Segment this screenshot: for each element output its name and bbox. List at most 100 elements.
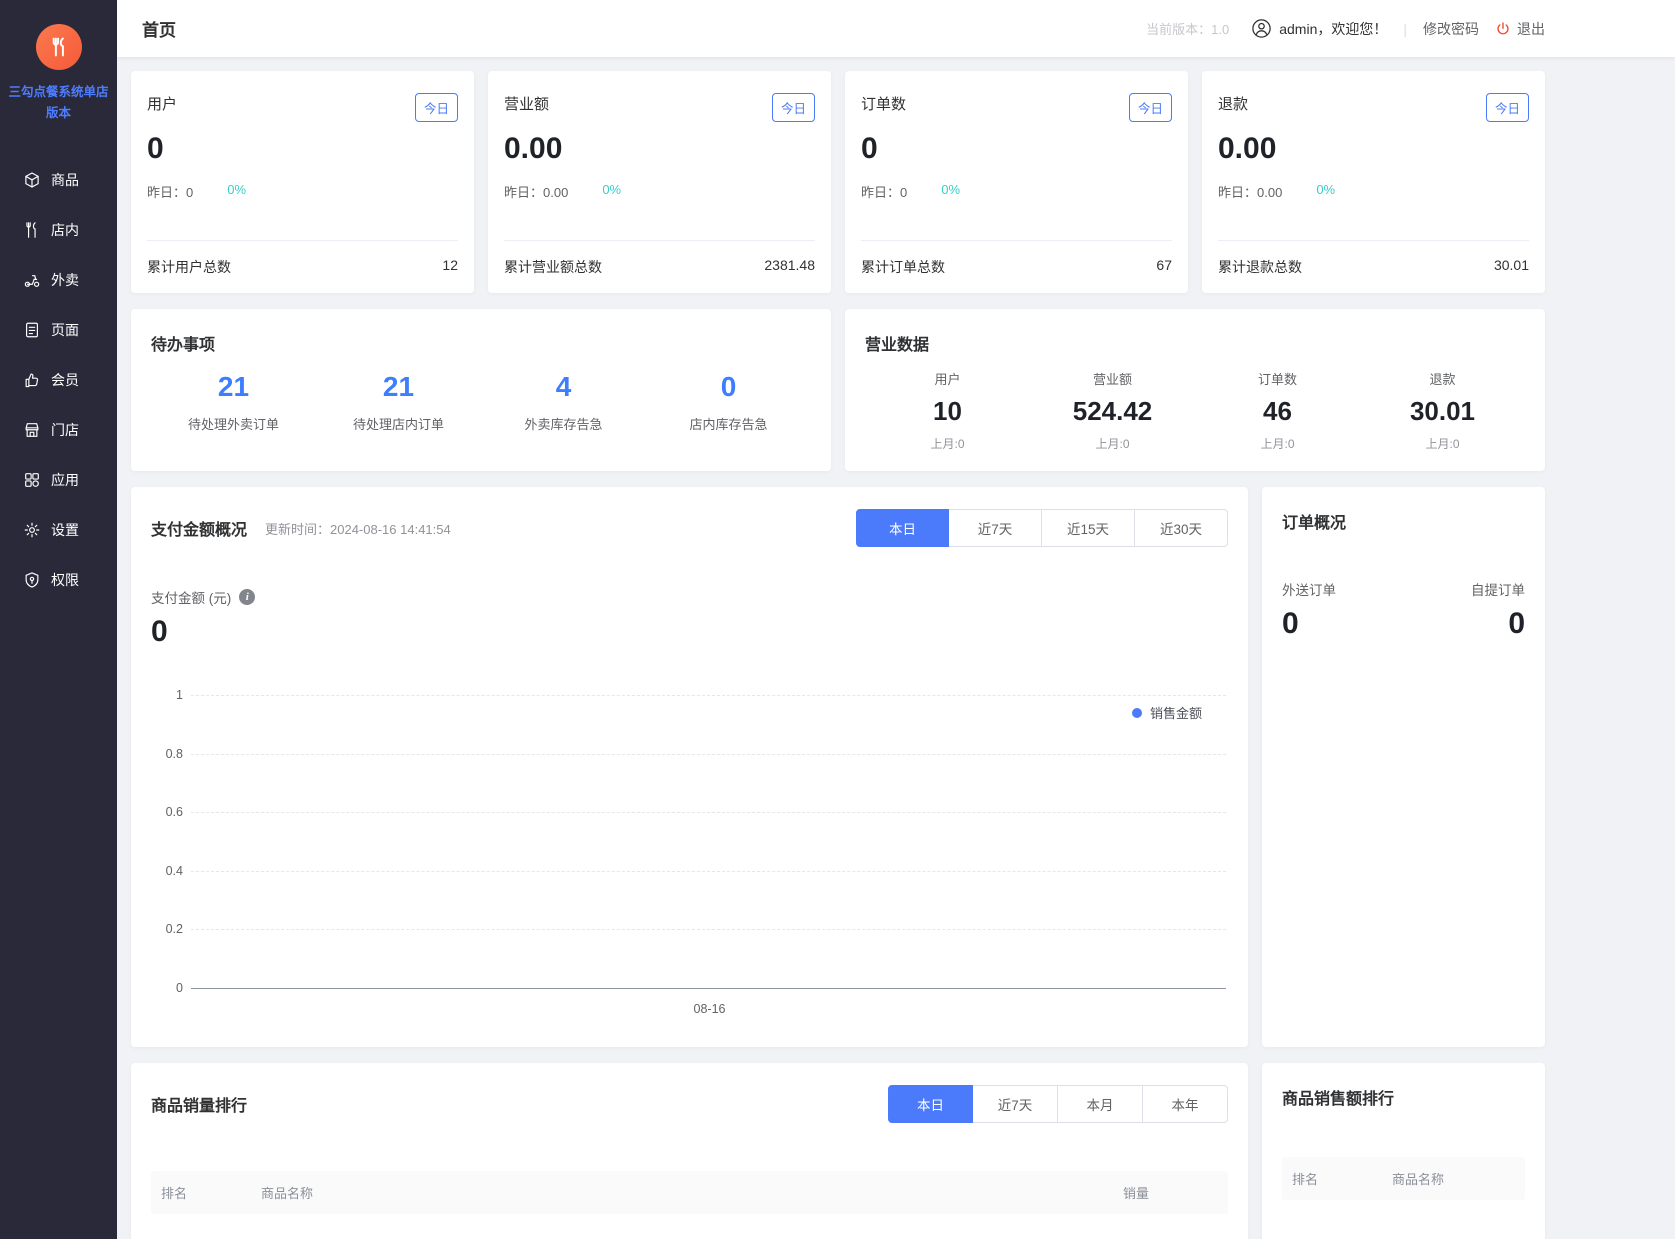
todo-label: 待处理外卖订单 xyxy=(151,414,316,433)
gridline xyxy=(191,929,1226,930)
sidebar-item-goods[interactable]: 商品 xyxy=(0,155,117,205)
stat-card-footer: 累计用户总数 12 xyxy=(147,240,458,293)
user-menu[interactable]: admin，欢迎您！ xyxy=(1251,18,1387,39)
todo-item-instore-orders[interactable]: 21 待处理店内订单 xyxy=(316,371,481,433)
stat-card-footer: 累计退款总数 30.01 xyxy=(1218,240,1529,293)
info-icon[interactable]: i xyxy=(239,589,255,605)
stat-card-users: 用户 今日 0 昨日：0 0% 累计用户总数 12 xyxy=(131,71,474,293)
legend-dot-icon xyxy=(1132,708,1142,718)
stat-yesterday: 昨日：0 xyxy=(861,182,907,201)
logout-button[interactable]: 退出 xyxy=(1495,19,1545,39)
tab-this-year[interactable]: 本年 xyxy=(1143,1085,1228,1123)
todo-item-takeout-orders[interactable]: 21 待处理外卖订单 xyxy=(151,371,316,433)
main-area: 首页 当前版本：1.0 admin，欢迎您！ | 修改密码 退出 xyxy=(117,0,1675,1239)
order-values: 0 0 xyxy=(1282,607,1525,641)
stat-percent: 0% xyxy=(602,182,621,201)
y-axis-tick: 0.8 xyxy=(151,747,183,761)
todo-item-takeout-stock[interactable]: 4 外卖库存告急 xyxy=(481,371,646,433)
sidebar-item-permissions[interactable]: 权限 xyxy=(0,555,117,605)
stat-footer-label: 累计订单总数 xyxy=(861,257,945,277)
todo-item-instore-stock[interactable]: 0 店内库存告急 xyxy=(646,371,811,433)
sidebar-item-stores[interactable]: 门店 xyxy=(0,405,117,455)
gridline xyxy=(191,695,1226,696)
legend-label: 销售金额 xyxy=(1150,703,1202,722)
page-title: 首页 xyxy=(142,16,176,41)
stat-percent: 0% xyxy=(941,182,960,201)
business-last-month: 上月:0 xyxy=(1195,435,1360,452)
topbar-right: 当前版本：1.0 admin，欢迎您！ | 修改密码 退出 xyxy=(1146,18,1545,39)
gridline xyxy=(191,871,1226,872)
tab-last-7-days[interactable]: 近7天 xyxy=(973,1085,1058,1123)
chart-row: 支付金额概况 更新时间：2024-08-16 14:41:54 本日 近7天 近… xyxy=(131,487,1545,1047)
todo-card: 待办事项 21 待处理外卖订单 21 待处理店内订单 4 外卖库存告急 xyxy=(131,309,831,471)
sales-rank-tabs: 本日 近7天 本月 本年 xyxy=(888,1085,1228,1123)
todo-value: 4 xyxy=(481,371,646,403)
gridline xyxy=(191,812,1226,813)
stat-footer-label: 累计营业额总数 xyxy=(504,257,602,277)
y-axis-tick: 1 xyxy=(151,688,183,702)
sidebar-item-apps[interactable]: 应用 xyxy=(0,455,117,505)
business-last-month: 上月:0 xyxy=(1030,435,1195,452)
stat-card-value: 0.00 xyxy=(504,132,815,166)
sales-rank-head: 商品销量排行 本日 近7天 本月 本年 xyxy=(151,1085,1228,1123)
todo-title: 待办事项 xyxy=(151,331,811,355)
todo-label: 店内库存告急 xyxy=(646,414,811,433)
logo-title-line1: 三勾点餐系统单店 xyxy=(8,82,108,103)
column-product-name: 商品名称 xyxy=(1392,1169,1515,1188)
store-icon xyxy=(23,421,41,439)
utensils-logo-icon xyxy=(46,34,72,60)
stat-card-sub: 昨日：0.00 0% xyxy=(504,182,815,201)
logo-icon xyxy=(36,24,82,70)
sidebar-item-takeout[interactable]: 外卖 xyxy=(0,255,117,305)
stat-yesterday: 昨日：0.00 xyxy=(1218,182,1282,201)
tab-today[interactable]: 本日 xyxy=(888,1085,973,1123)
stat-footer-label: 累计退款总数 xyxy=(1218,257,1302,277)
welcome-text: admin，欢迎您！ xyxy=(1279,19,1387,39)
business-value: 46 xyxy=(1195,396,1360,427)
stat-percent: 0% xyxy=(227,182,246,201)
order-overview-title: 订单概况 xyxy=(1282,509,1525,533)
chart-legend[interactable]: 销售金额 xyxy=(1132,703,1202,722)
y-axis-tick: 0.4 xyxy=(151,864,183,878)
box-icon xyxy=(23,171,41,189)
sidebar-item-members[interactable]: 会员 xyxy=(0,355,117,405)
sidebar-item-label: 会员 xyxy=(51,370,79,390)
today-badge: 今日 xyxy=(415,93,458,122)
payment-overview-card: 支付金额概况 更新时间：2024-08-16 14:41:54 本日 近7天 近… xyxy=(131,487,1248,1047)
today-badge: 今日 xyxy=(772,93,815,122)
todo-value: 21 xyxy=(316,371,481,403)
tab-last-30-days[interactable]: 近30天 xyxy=(1135,509,1228,547)
todo-label: 外卖库存告急 xyxy=(481,414,646,433)
stat-card-revenue: 营业额 今日 0.00 昨日：0.00 0% 累计营业额总数 2381.48 xyxy=(488,71,831,293)
today-badge: 今日 xyxy=(1486,93,1529,122)
business-data-card: 营业数据 用户 10 上月:0 营业额 524.42 上月:0 xyxy=(845,309,1545,471)
business-item-orders: 订单数 46 上月:0 xyxy=(1195,369,1360,452)
sales-rank-title: 商品销量排行 xyxy=(151,1092,247,1116)
tab-this-month[interactable]: 本月 xyxy=(1058,1085,1143,1123)
business-items: 用户 10 上月:0 营业额 524.42 上月:0 订单数 46 上月 xyxy=(865,369,1525,452)
sidebar-item-pages[interactable]: 页面 xyxy=(0,305,117,355)
stat-card-title: 营业额 xyxy=(504,93,549,114)
tab-last-7-days[interactable]: 近7天 xyxy=(949,509,1042,547)
amount-label: 支付金额 (元) xyxy=(151,587,231,607)
column-sales-volume: 销量 xyxy=(1123,1183,1218,1202)
sidebar-item-label: 门店 xyxy=(51,420,79,440)
sidebar-item-label: 外卖 xyxy=(51,270,79,290)
grid-icon xyxy=(23,471,41,489)
sidebar-item-instore[interactable]: 店内 xyxy=(0,205,117,255)
business-data-title: 营业数据 xyxy=(865,331,1525,355)
todo-label: 待处理店内订单 xyxy=(316,414,481,433)
stat-footer-value: 30.01 xyxy=(1494,257,1529,277)
amount-rank-card: 商品销售额排行 排名 商品名称 xyxy=(1262,1063,1545,1239)
stat-card-value: 0 xyxy=(861,132,1172,166)
stat-card-sub: 昨日：0 0% xyxy=(147,182,458,201)
stats-row: 用户 今日 0 昨日：0 0% 累计用户总数 12 营业额 xyxy=(131,71,1545,293)
tab-today[interactable]: 本日 xyxy=(856,509,949,547)
stat-footer-value: 67 xyxy=(1156,257,1172,277)
sidebar-item-settings[interactable]: 设置 xyxy=(0,505,117,555)
today-badge: 今日 xyxy=(1129,93,1172,122)
change-password-link[interactable]: 修改密码 xyxy=(1423,19,1479,39)
tab-last-15-days[interactable]: 近15天 xyxy=(1042,509,1135,547)
business-value: 10 xyxy=(865,396,1030,427)
column-rank: 排名 xyxy=(161,1183,261,1202)
